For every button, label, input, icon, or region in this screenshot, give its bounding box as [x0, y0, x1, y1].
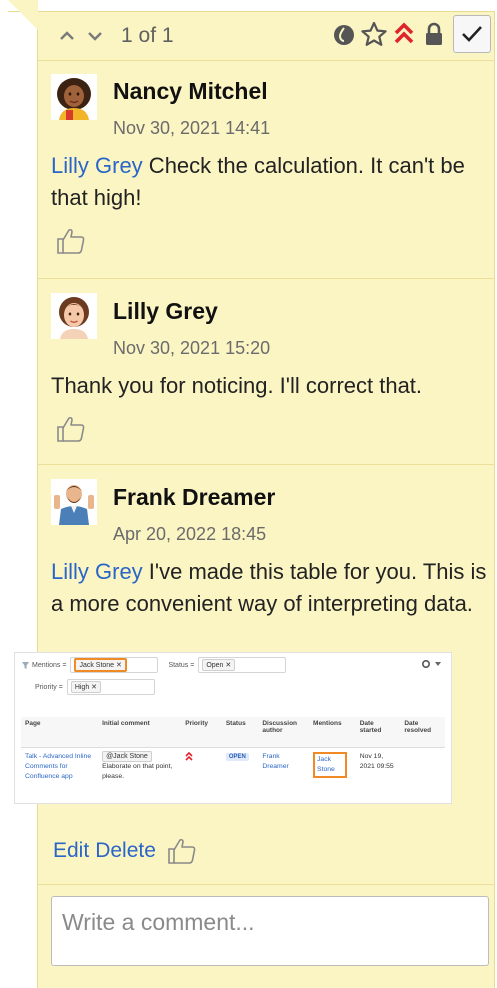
check-icon [462, 26, 482, 42]
chevron-down-icon [88, 32, 102, 41]
comment-text: Thank you for noticing. I'll correct tha… [51, 373, 423, 398]
drop-icon [334, 25, 354, 45]
like-button[interactable] [166, 836, 198, 866]
star-icon [361, 21, 387, 46]
comments-table: Page Initial comment Priority Status Dis… [21, 717, 445, 786]
filter-bar-row2: Priority = High ✕ [35, 679, 155, 695]
avatar-frank-image [51, 479, 97, 525]
priority-button[interactable] [389, 15, 419, 53]
author-link[interactable]: Frank Dreamer [262, 753, 288, 770]
mention-link[interactable]: Lilly Grey [51, 153, 143, 178]
status-badge: OPEN [225, 752, 249, 761]
comment-text: Lilly Grey I've made this table for you.… [51, 559, 487, 616]
previous-comment-button[interactable] [53, 22, 81, 50]
comment-item: Nancy Mitchel Nov 30, 2021 14:41 Lilly G… [37, 60, 495, 278]
divider [37, 884, 495, 885]
status-filter[interactable]: Open ✕ [198, 657, 287, 673]
like-button[interactable] [55, 226, 87, 256]
chevron-up-icon [60, 31, 74, 40]
comment-timestamp: Nov 30, 2021 15:20 [113, 338, 271, 358]
comment-author: Nancy Mitchel [113, 78, 268, 104]
avatar-nancy-image [51, 74, 97, 120]
priority-filter[interactable]: High ✕ [66, 679, 155, 695]
comment-counter: 1 of 1 [121, 24, 174, 47]
filter-bar: Mentions = Jack Stone ✕ Status = Open ✕ [21, 657, 287, 673]
priority-icon [185, 751, 193, 761]
page-link[interactable]: Talk - Advanced Inline Comments for Conf… [25, 753, 91, 780]
mentions-link[interactable]: Jack Stone [313, 751, 348, 778]
comment-timestamp: Nov 30, 2021 14:41 [113, 118, 271, 138]
attached-screenshot[interactable]: Mentions = Jack Stone ✕ Status = Open ✕ … [14, 652, 452, 804]
gear-icon [421, 659, 431, 669]
edit-button[interactable]: Edit [53, 839, 89, 863]
comment-input[interactable] [51, 896, 489, 966]
comment-actions: Edit Delete [53, 836, 198, 866]
color-button[interactable] [329, 15, 359, 53]
thumbs-up-icon [168, 838, 196, 864]
comment-author: Frank Dreamer [113, 484, 276, 510]
avatar [51, 479, 97, 525]
comment-header: 1 of 1 [37, 12, 495, 60]
comment-author: Lilly Grey [113, 298, 218, 324]
priority-icon [394, 22, 414, 44]
comment-text: Lilly Grey Check the calculation. It can… [51, 153, 465, 210]
thumbs-up-icon [57, 416, 85, 442]
like-button[interactable] [55, 414, 87, 444]
next-comment-button[interactable] [81, 22, 109, 50]
avatar [51, 293, 97, 339]
filter-icon [22, 661, 29, 669]
table-row: Talk - Advanced Inline Comments for Conf… [25, 750, 394, 780]
delete-button[interactable]: Delete [95, 839, 156, 863]
favorite-button[interactable] [359, 15, 389, 53]
avatar-lilly-image [51, 293, 97, 339]
resolve-button[interactable] [453, 15, 491, 53]
settings-menu[interactable] [421, 659, 441, 669]
comment-timestamp: Apr 20, 2022 18:45 [113, 524, 267, 544]
mentions-filter[interactable]: Jack Stone ✕ [70, 657, 159, 673]
thumbs-up-icon [57, 228, 85, 254]
table-header-row: Page Initial comment Priority Status Dis… [21, 717, 445, 748]
lock-icon [426, 22, 442, 45]
mention-link[interactable]: Lilly Grey [51, 559, 143, 584]
lock-button[interactable] [419, 15, 449, 53]
chevron-down-icon [435, 662, 441, 666]
avatar [51, 74, 97, 120]
panel-notch [8, 0, 38, 30]
comment-item: Lilly Grey Nov 30, 2021 15:20 Thank you … [37, 278, 495, 464]
